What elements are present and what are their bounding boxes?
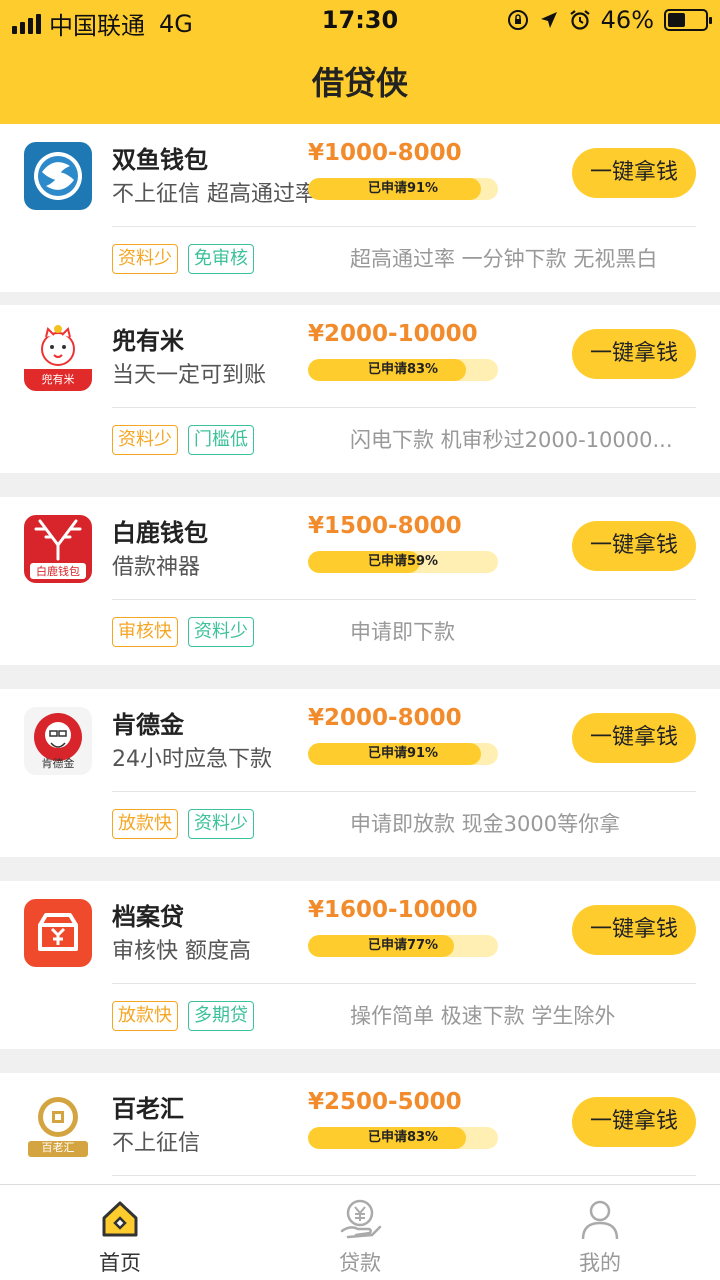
loan-name: 肯德金 <box>112 711 184 739</box>
loan-logo-icon: 白鹿钱包 <box>24 515 92 583</box>
loan-name: 白鹿钱包 <box>112 519 208 547</box>
tab-bar: 首页 贷款 我的 <box>0 1184 720 1280</box>
battery-percent: 46% <box>600 6 654 34</box>
loan-amount: ¥2000-10000 <box>308 321 478 347</box>
loan-card[interactable]: 档案贷 审核快 额度高 ¥1600-10000 已申请77% 一键拿钱 放款快多… <box>0 881 720 1049</box>
get-money-button[interactable]: 一键拿钱 <box>572 148 696 198</box>
loan-tag: 多期贷 <box>188 1001 254 1031</box>
logo-caption: 肯德金 <box>41 757 75 770</box>
logo-caption: 百老汇 <box>41 1141 75 1154</box>
applied-progress-label: 已申请83% <box>367 1130 439 1145</box>
loan-tag: 门槛低 <box>188 425 254 455</box>
loan-slogan: 闪电下款 机审秒过2000-10000... <box>350 428 673 452</box>
applied-progress: 已申请83% <box>308 359 498 381</box>
applied-progress-label: 已申请91% <box>367 181 439 196</box>
loan-name: 百老汇 <box>112 1095 184 1123</box>
applied-progress-label: 已申请59% <box>367 554 439 569</box>
loan-tag: 审核快 <box>112 617 178 647</box>
alarm-icon <box>569 10 590 30</box>
divider <box>112 599 696 600</box>
header: 中国联通 4G 17:30 46% 借贷侠 <box>0 0 720 124</box>
loan-card[interactable]: 白鹿钱包 白鹿钱包 借款神器 ¥1500-8000 已申请59% 一键拿钱 审核… <box>0 497 720 665</box>
status-bar: 中国联通 4G 17:30 46% <box>0 0 720 40</box>
divider <box>112 791 696 792</box>
rotation-lock-icon <box>507 10 528 30</box>
divider <box>112 983 696 984</box>
loan-yen-icon <box>340 1199 382 1239</box>
divider <box>112 407 696 408</box>
tab-label: 我的 <box>579 1251 621 1275</box>
loan-tag: 资料少 <box>112 425 178 455</box>
loan-logo-icon <box>24 899 92 967</box>
applied-progress: 已申请83% <box>308 1127 498 1149</box>
home-icon <box>102 1201 138 1237</box>
loan-amount: ¥1500-8000 <box>308 513 462 539</box>
loan-tag: 资料少 <box>188 617 254 647</box>
tab-home[interactable]: 首页 <box>0 1185 240 1280</box>
applied-progress: 已申请59% <box>308 551 498 573</box>
tab-profile[interactable]: 我的 <box>480 1185 720 1280</box>
user-icon <box>581 1200 619 1240</box>
loan-name: 双鱼钱包 <box>112 146 208 174</box>
loan-name: 兜有米 <box>112 327 184 355</box>
loan-logo-icon: 百老汇 <box>24 1091 92 1159</box>
get-money-button[interactable]: 一键拿钱 <box>572 713 696 763</box>
loan-tag: 免审核 <box>188 244 254 274</box>
page-title: 借贷侠 <box>311 64 408 102</box>
tab-label: 贷款 <box>339 1251 381 1275</box>
applied-progress-label: 已申请77% <box>367 938 439 953</box>
logo-caption: 白鹿钱包 <box>36 565 80 578</box>
divider <box>112 1175 696 1176</box>
battery-icon <box>664 9 712 31</box>
get-money-button[interactable]: 一键拿钱 <box>572 1097 696 1147</box>
loan-card[interactable]: 双鱼钱包 不上征信 超高通过率 ¥1000-8000 已申请91% 一键拿钱 资… <box>0 124 720 292</box>
logo-caption: 兜有米 <box>41 373 75 386</box>
loan-tag: 放款快 <box>112 809 178 839</box>
applied-progress: 已申请77% <box>308 935 498 957</box>
applied-progress-label: 已申请83% <box>367 362 439 377</box>
loan-slogan: 申请即放款 现金3000等你拿 <box>350 812 621 836</box>
loan-amount: ¥1000-8000 <box>308 140 462 166</box>
loan-tag: 放款快 <box>112 1001 178 1031</box>
applied-progress-label: 已申请91% <box>367 746 439 761</box>
loan-amount: ¥2000-8000 <box>308 705 462 731</box>
loan-tag: 资料少 <box>188 809 254 839</box>
get-money-button[interactable]: 一键拿钱 <box>572 329 696 379</box>
loan-slogan: 申请即下款 <box>350 620 455 644</box>
loan-amount: ¥1600-10000 <box>308 897 478 923</box>
loan-card[interactable]: 兜有米 兜有米 当天一定可到账 ¥2000-10000 已申请83% 一键拿钱 … <box>0 305 720 473</box>
loan-card[interactable]: 肯德金 肯德金 24小时应急下款 ¥2000-8000 已申请91% 一键拿钱 … <box>0 689 720 857</box>
loan-logo-icon: 肯德金 <box>24 707 92 775</box>
tab-loan[interactable]: 贷款 <box>240 1185 480 1280</box>
loan-logo-icon: 兜有米 <box>24 323 92 391</box>
loan-tag: 资料少 <box>112 244 178 274</box>
applied-progress: 已申请91% <box>308 178 498 200</box>
get-money-button[interactable]: 一键拿钱 <box>572 521 696 571</box>
loan-amount: ¥2500-5000 <box>308 1089 462 1115</box>
divider <box>112 226 696 227</box>
loan-slogan: 操作简单 极速下款 学生除外 <box>350 1004 616 1028</box>
loan-name: 档案贷 <box>112 903 184 931</box>
tab-label: 首页 <box>99 1251 141 1275</box>
get-money-button[interactable]: 一键拿钱 <box>572 905 696 955</box>
loan-logo-icon <box>24 142 92 210</box>
loan-slogan: 超高通过率 一分钟下款 无视黑白 <box>350 247 658 271</box>
location-icon <box>540 12 557 28</box>
applied-progress: 已申请91% <box>308 743 498 765</box>
